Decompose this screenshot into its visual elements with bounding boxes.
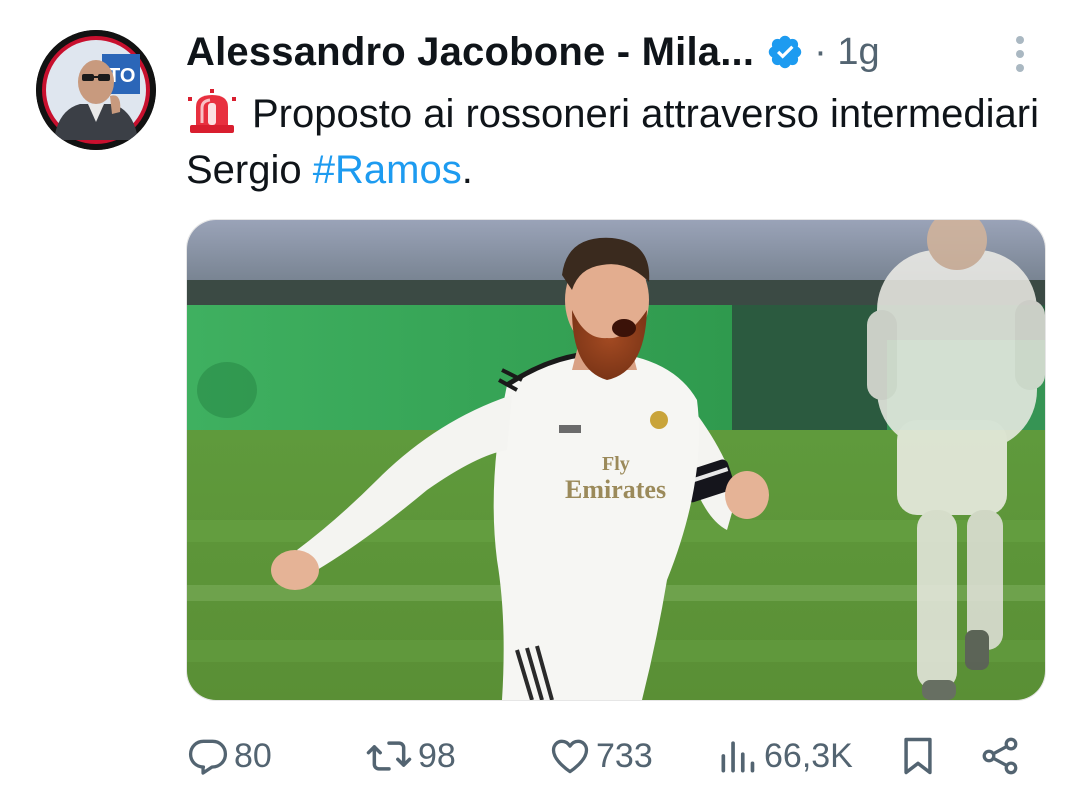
- retweet-icon: [366, 741, 412, 771]
- author-avatar[interactable]: TO: [36, 30, 156, 150]
- share-icon: [982, 737, 1018, 775]
- views-chart-icon: [721, 741, 755, 773]
- hashtag-link[interactable]: #Ramos: [313, 148, 462, 192]
- tweet[interactable]: TO Alessandro Jacobone - Mila... · 1g Pr…: [0, 0, 1070, 805]
- jersey-sponsor-line1: Fly: [602, 453, 630, 475]
- views-button[interactable]: 66,3K: [716, 728, 853, 784]
- tweet-media-image[interactable]: Fly Emirates: [186, 219, 1046, 701]
- reply-count: 80: [234, 736, 272, 775]
- bookmark-button[interactable]: [896, 728, 940, 784]
- reply-icon: [188, 739, 228, 775]
- tweet-text: Proposto ai rossoneri attraverso interme…: [186, 86, 1046, 198]
- like-count: 733: [596, 736, 653, 775]
- like-button[interactable]: 733: [548, 728, 653, 784]
- verified-badge-icon[interactable]: [766, 33, 804, 71]
- heart-icon: [551, 739, 589, 774]
- tweet-action-bar: 80 98 733 66,3K: [186, 728, 1026, 784]
- views-count: 66,3K: [764, 736, 853, 775]
- siren-emoji-icon: [186, 89, 238, 133]
- tweet-timestamp[interactable]: · 1g: [814, 31, 879, 74]
- reply-button[interactable]: 80: [186, 728, 272, 784]
- tweet-header: Alessandro Jacobone - Mila... · 1g: [186, 24, 880, 80]
- share-button[interactable]: [978, 728, 1022, 784]
- more-vertical-icon[interactable]: [1008, 34, 1032, 74]
- retweet-count: 98: [418, 736, 456, 775]
- tweet-text-end: .: [461, 148, 473, 192]
- bookmark-icon: [904, 737, 932, 775]
- retweet-button[interactable]: 98: [364, 728, 456, 784]
- author-name[interactable]: Alessandro Jacobone - Mila...: [186, 30, 754, 75]
- jersey-sponsor-line2: Emirates: [565, 475, 666, 504]
